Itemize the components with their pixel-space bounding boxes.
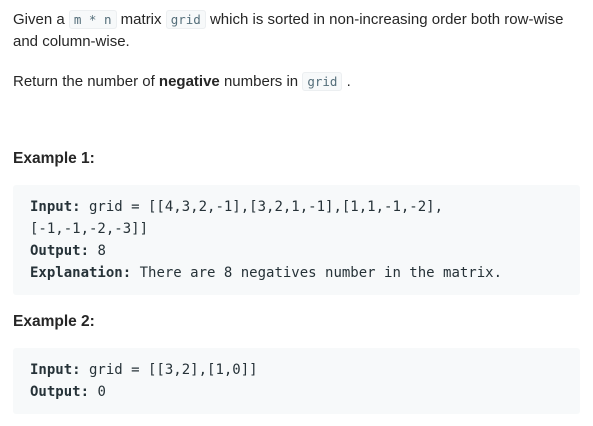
example-2-output-line: Output: 0 xyxy=(30,381,106,403)
example-2-block: Input: grid = [[3,2],[1,0]] Output: 0 xyxy=(13,348,580,414)
input-label: Input: xyxy=(30,199,81,215)
explanation-value: There are 8 negatives number in the matr… xyxy=(131,265,503,281)
matrix-text: matrix xyxy=(116,11,166,28)
example-1-explanation-line: Explanation: There are 8 negatives numbe… xyxy=(30,262,502,284)
explanation-label: Explanation: xyxy=(30,265,132,281)
code-grid-2: grid xyxy=(302,72,343,91)
example-2-heading: Example 2: xyxy=(13,313,95,330)
example-1-input-line: Input: grid = [[4,3,2,-1],[3,2,1,-1],[1,… xyxy=(30,196,443,218)
code-grid: grid xyxy=(165,10,206,29)
problem-statement: Given a m * n matrix grid which is sorte… xyxy=(13,9,583,53)
example-2-input-line: Input: grid = [[3,2],[1,0]] xyxy=(30,359,258,381)
sorted-text: which is sorted in non-increasing order … xyxy=(205,11,564,28)
input-label: Input: xyxy=(30,362,81,378)
return-text: Return the number of xyxy=(13,73,159,90)
problem-description: Given a m * n matrix grid which is sorte… xyxy=(0,0,593,426)
negative-bold-text: negative xyxy=(158,73,220,90)
task-statement: Return the number of negative numbers in… xyxy=(13,71,583,93)
period-text: . xyxy=(342,73,351,90)
example-1-block: Input: grid = [[4,3,2,-1],[3,2,1,-1],[1,… xyxy=(13,185,580,295)
example-1-output-line: Output: 8 xyxy=(30,240,106,262)
output-label: Output: xyxy=(30,243,90,259)
example-1-heading: Example 1: xyxy=(13,150,95,167)
output-label: Output: xyxy=(30,384,90,400)
example-1-input-continuation: [-1,-1,-2,-3]] xyxy=(30,221,149,237)
column-wise-text: and column-wise. xyxy=(13,33,130,50)
input-value: grid = [[4,3,2,-1],[3,2,1,-1],[1,1,-1,-2… xyxy=(80,199,444,215)
output-value: 8 xyxy=(89,243,106,259)
output-value: 0 xyxy=(89,384,106,400)
input-value: grid = [[3,2],[1,0]] xyxy=(80,362,258,378)
numbers-in-text: numbers in xyxy=(219,73,303,90)
code-m-times-n: m * n xyxy=(68,10,117,29)
given-text: Given a xyxy=(13,11,69,28)
